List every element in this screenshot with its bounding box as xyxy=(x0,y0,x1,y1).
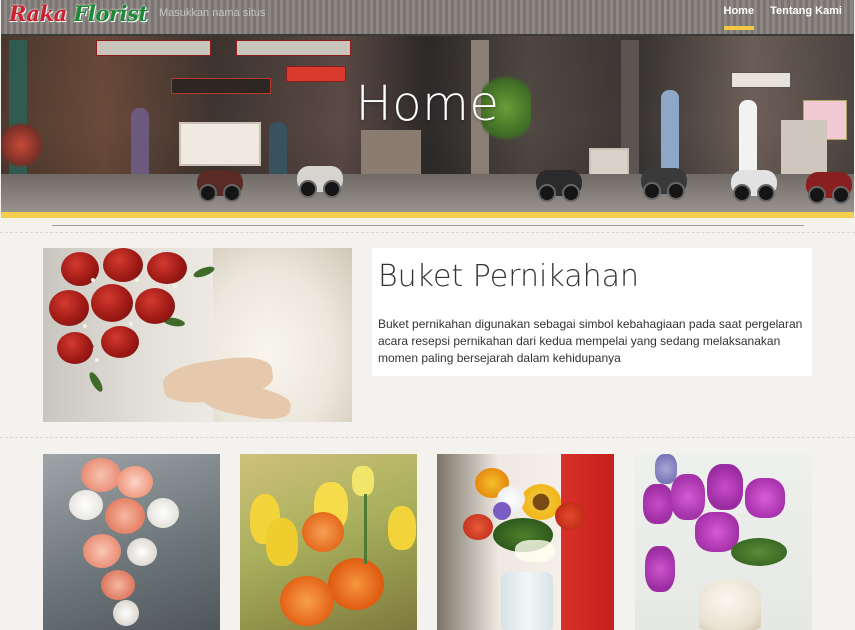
thumb-flower xyxy=(280,576,334,626)
thumb-flower xyxy=(555,502,585,530)
bouquet-rose xyxy=(101,326,139,358)
gallery-thumb-peach-rose-cascade[interactable] xyxy=(43,454,220,630)
feature-title: Buket Pernikahan xyxy=(378,259,639,294)
bouquet-rose xyxy=(49,290,89,326)
thumb-flower xyxy=(671,474,705,520)
thumb-flower xyxy=(463,514,493,540)
bouquet-rose xyxy=(147,252,187,284)
thumb-flower xyxy=(388,506,416,550)
bouquet-rose xyxy=(57,332,93,364)
thumb-flower xyxy=(707,464,743,510)
logo-part-florist: Florist xyxy=(73,1,148,26)
bouquet-pearl xyxy=(95,358,99,362)
bouquet-leaf xyxy=(87,370,105,394)
gallery-thumb-purple-stock-vase[interactable] xyxy=(635,454,812,630)
hero-motorbike xyxy=(536,170,582,202)
page-title: Home xyxy=(355,76,500,132)
thumb-flower xyxy=(127,538,157,566)
bouquet-rose xyxy=(103,248,143,282)
thumb-flower xyxy=(328,558,384,610)
thumb-stem xyxy=(364,494,367,564)
bouquet-pearl xyxy=(129,322,133,326)
thumb-flower xyxy=(105,498,145,534)
thumb-flower xyxy=(645,546,675,592)
thumb-flower xyxy=(302,512,344,552)
feature-description: Buket pernikahan digunakan sebagai simbo… xyxy=(378,317,803,365)
hero-motorbike xyxy=(297,166,343,198)
gallery-thumb-mixed-sunflower-vase[interactable] xyxy=(437,454,614,630)
section-divider-line xyxy=(52,225,804,226)
thumb-vase xyxy=(699,580,761,630)
thumb-flower xyxy=(69,490,103,520)
hero-banner: Raka Florist Home Tentang Kami Home xyxy=(1,0,854,214)
bouquet-pearl xyxy=(135,278,139,282)
gallery-thumb-yellow-tulip-orange-rose[interactable] xyxy=(240,454,417,630)
section-divider-dashed xyxy=(0,232,855,233)
hero-motorbike xyxy=(731,170,777,202)
bouquet-rose xyxy=(135,288,175,324)
thumb-flower xyxy=(113,600,139,626)
thumb-flower xyxy=(117,466,153,498)
thumb-vase xyxy=(501,572,553,630)
thumb-flower xyxy=(266,518,298,566)
thumb-flower xyxy=(83,534,121,568)
hero-shop-sign xyxy=(236,40,351,56)
thumb-flower xyxy=(147,498,179,528)
hero-stall xyxy=(361,130,421,180)
logo-part-raka: Raka xyxy=(9,1,67,26)
hero-motorbike xyxy=(806,172,852,204)
hero-floor xyxy=(1,174,854,214)
section-divider-dashed xyxy=(0,437,855,438)
hero-motorbike xyxy=(197,170,243,202)
site-search-input[interactable] xyxy=(159,4,319,22)
feature-image-wedding-bouquet xyxy=(43,248,352,422)
thumb-flower xyxy=(493,502,511,520)
thumb-flower xyxy=(643,484,673,524)
thumb-flower xyxy=(745,478,785,518)
main-nav: Home Tentang Kami xyxy=(723,0,842,30)
thumb-flower xyxy=(101,570,135,600)
feature-card: Buket Pernikahan Buket pernikahan diguna… xyxy=(372,248,812,376)
bouquet-rose xyxy=(91,284,133,322)
thumb-ribbon xyxy=(515,540,555,562)
bouquet-pearl xyxy=(83,324,87,328)
site-logo[interactable]: Raka Florist xyxy=(9,1,148,26)
thumb-flower xyxy=(655,454,677,484)
nav-item-tentang-kami[interactable]: Tentang Kami xyxy=(770,0,842,30)
hero-shop-sign xyxy=(96,40,211,56)
thumb-foliage xyxy=(731,538,787,566)
thumb-flower xyxy=(352,466,374,496)
bouquet-pearl xyxy=(173,284,177,288)
hero-motorbike xyxy=(641,168,687,200)
bouquet-pearl xyxy=(91,278,95,282)
nav-item-home[interactable]: Home xyxy=(723,0,754,30)
hero-accent-bar xyxy=(1,212,854,218)
thumb-flower xyxy=(81,458,121,492)
